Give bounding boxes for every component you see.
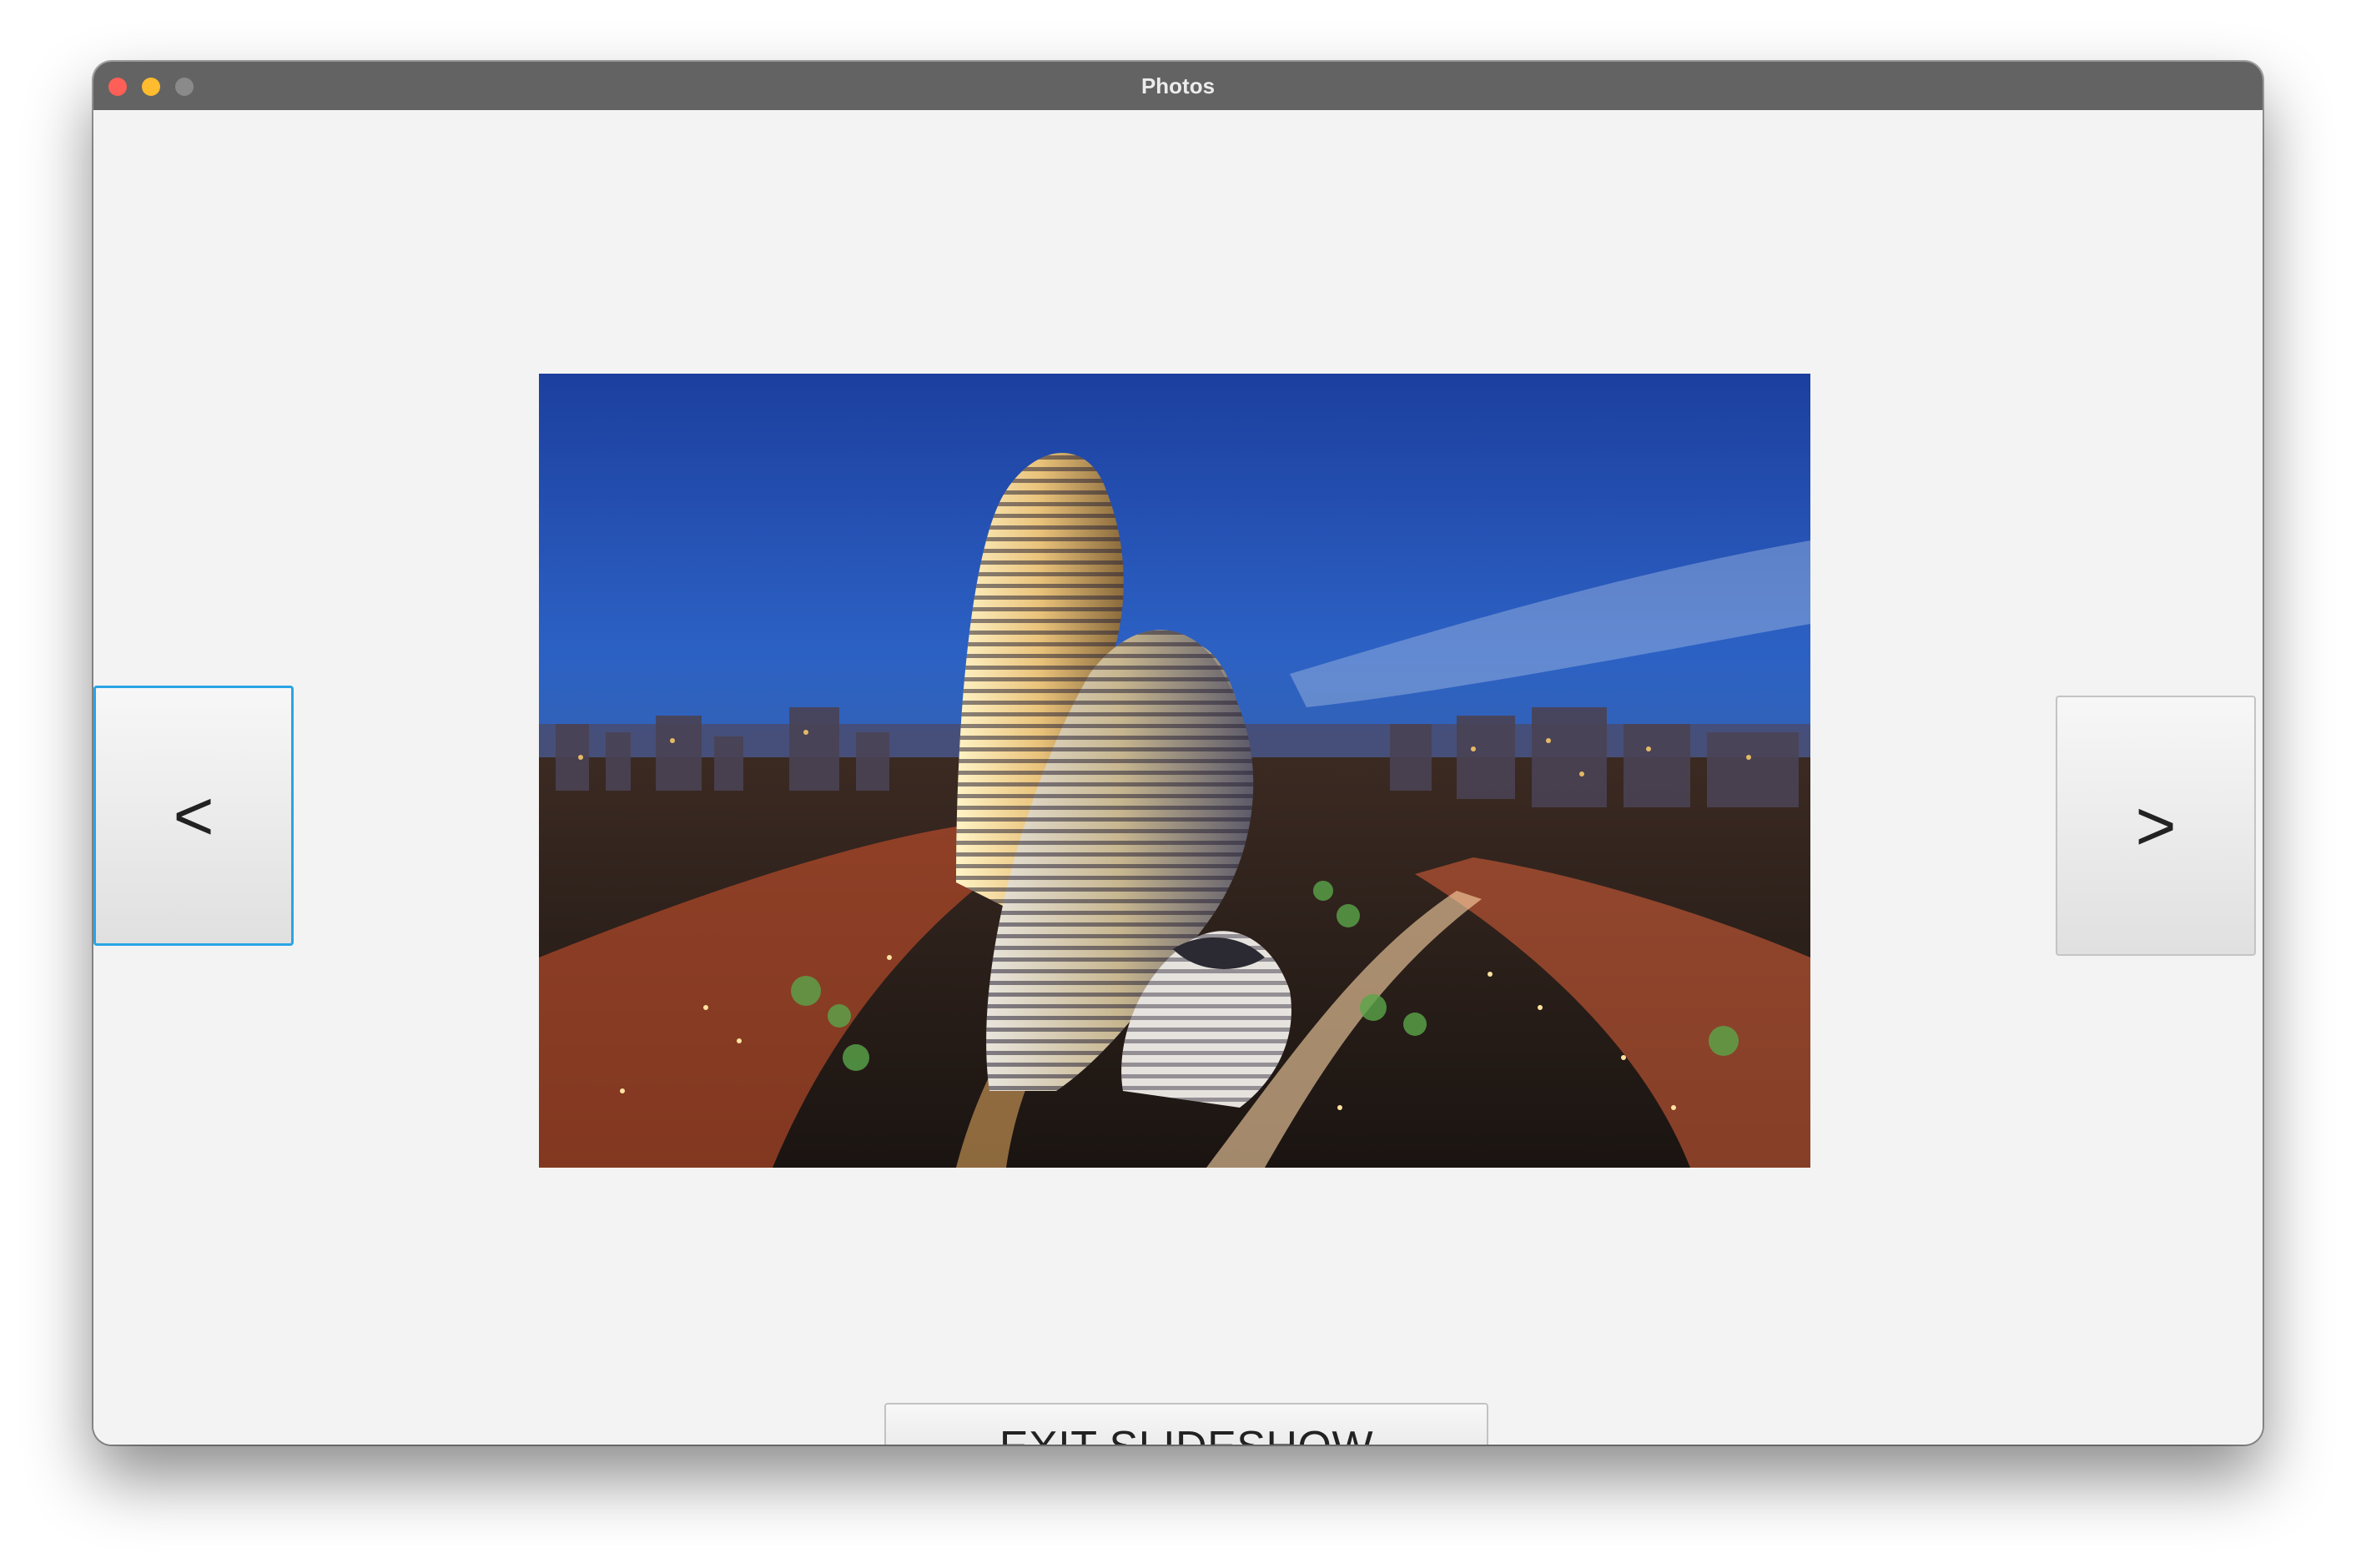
slideshow-view: < > [93, 110, 2263, 1445]
photos-window: Photos < > [93, 62, 2263, 1445]
window-title: Photos [1140, 73, 1216, 98]
exit-slideshow-button[interactable]: EXIT SLIDESHOW [884, 1403, 1488, 1445]
slideshow-photo [539, 374, 1810, 1168]
previous-photo-button[interactable]: < [93, 686, 294, 946]
next-photo-button[interactable]: > [2056, 696, 2256, 956]
title-bar[interactable]: Photos [93, 62, 2263, 111]
